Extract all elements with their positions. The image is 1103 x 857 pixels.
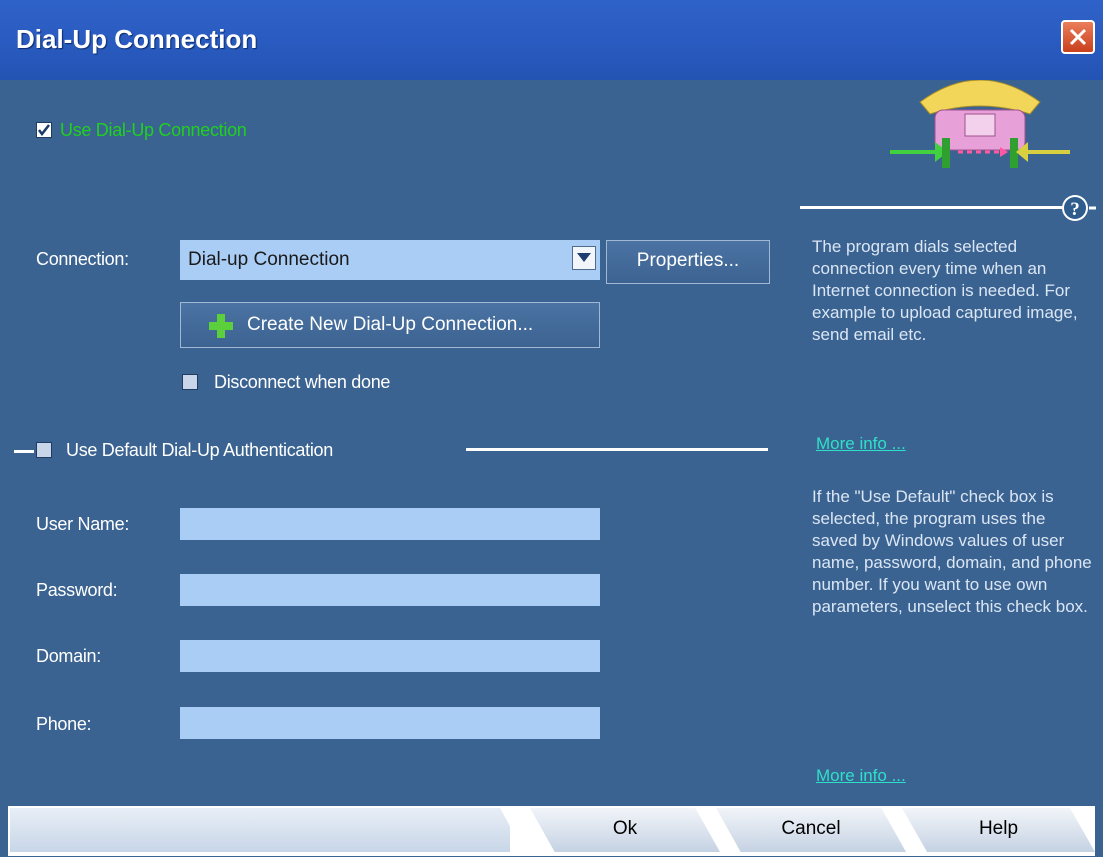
connection-selected-value: Dial-up Connection <box>188 249 350 270</box>
phone-label: Phone: <box>36 714 92 734</box>
create-new-connection-button[interactable]: Create New Dial-Up Connection... <box>180 302 600 348</box>
password-input[interactable] <box>180 574 600 606</box>
connection-combobox[interactable]: Dial-up Connection <box>180 240 600 280</box>
ok-button[interactable]: Ok <box>530 808 720 852</box>
help-text-authentication: If the "Use Default" check box is select… <box>812 487 1092 616</box>
password-label: Password: <box>36 580 118 600</box>
phone-input[interactable] <box>180 707 600 739</box>
auth-divider-left <box>14 450 34 453</box>
disconnect-label[interactable]: Disconnect when done <box>214 372 390 393</box>
use-default-auth-label[interactable]: Use Default Dial-Up Authentication <box>66 440 333 461</box>
question-icon[interactable]: ? <box>1060 194 1096 224</box>
close-icon <box>1069 28 1087 46</box>
checkmark-icon <box>38 124 50 136</box>
svg-text:?: ? <box>1070 199 1080 220</box>
title-bar: Dial-Up Connection <box>0 0 1103 80</box>
plus-icon <box>209 314 233 338</box>
cancel-button[interactable]: Cancel <box>716 808 906 852</box>
username-label: User Name: <box>36 514 130 534</box>
telephone-icon <box>890 80 1070 168</box>
more-info-link-2[interactable]: More info ... <box>816 766 906 786</box>
help-text-connection: The program dials selected connection ev… <box>812 237 1078 344</box>
use-default-auth-checkbox[interactable] <box>36 442 52 458</box>
footer-status-pane <box>10 808 510 852</box>
dropdown-arrow-button[interactable] <box>572 246 596 270</box>
use-dialup-checkbox[interactable] <box>36 122 52 138</box>
chevron-down-icon <box>577 253 591 262</box>
auth-divider-right <box>466 448 768 451</box>
username-input[interactable] <box>180 508 600 540</box>
use-dialup-label[interactable]: Use Dial-Up Connection <box>60 120 247 141</box>
dialup-connection-dialog: Dial-Up Connection Use Dial-Up Connectio… <box>0 0 1103 857</box>
disconnect-checkbox[interactable] <box>182 374 198 390</box>
properties-button[interactable]: Properties... <box>606 240 770 284</box>
connection-label: Connection: <box>36 249 129 269</box>
help-button[interactable]: Help <box>902 808 1095 852</box>
window-title: Dial-Up Connection <box>16 24 258 54</box>
domain-input[interactable] <box>180 640 600 672</box>
close-button[interactable] <box>1061 20 1095 54</box>
help-divider <box>800 206 1062 209</box>
footer-bar: Ok Cancel Help <box>0 800 1103 857</box>
domain-label: Domain: <box>36 646 101 666</box>
dialog-body: Use Dial-Up Connection ? Connection: Dia… <box>0 80 1103 800</box>
more-info-link-1[interactable]: More info ... <box>816 434 906 454</box>
